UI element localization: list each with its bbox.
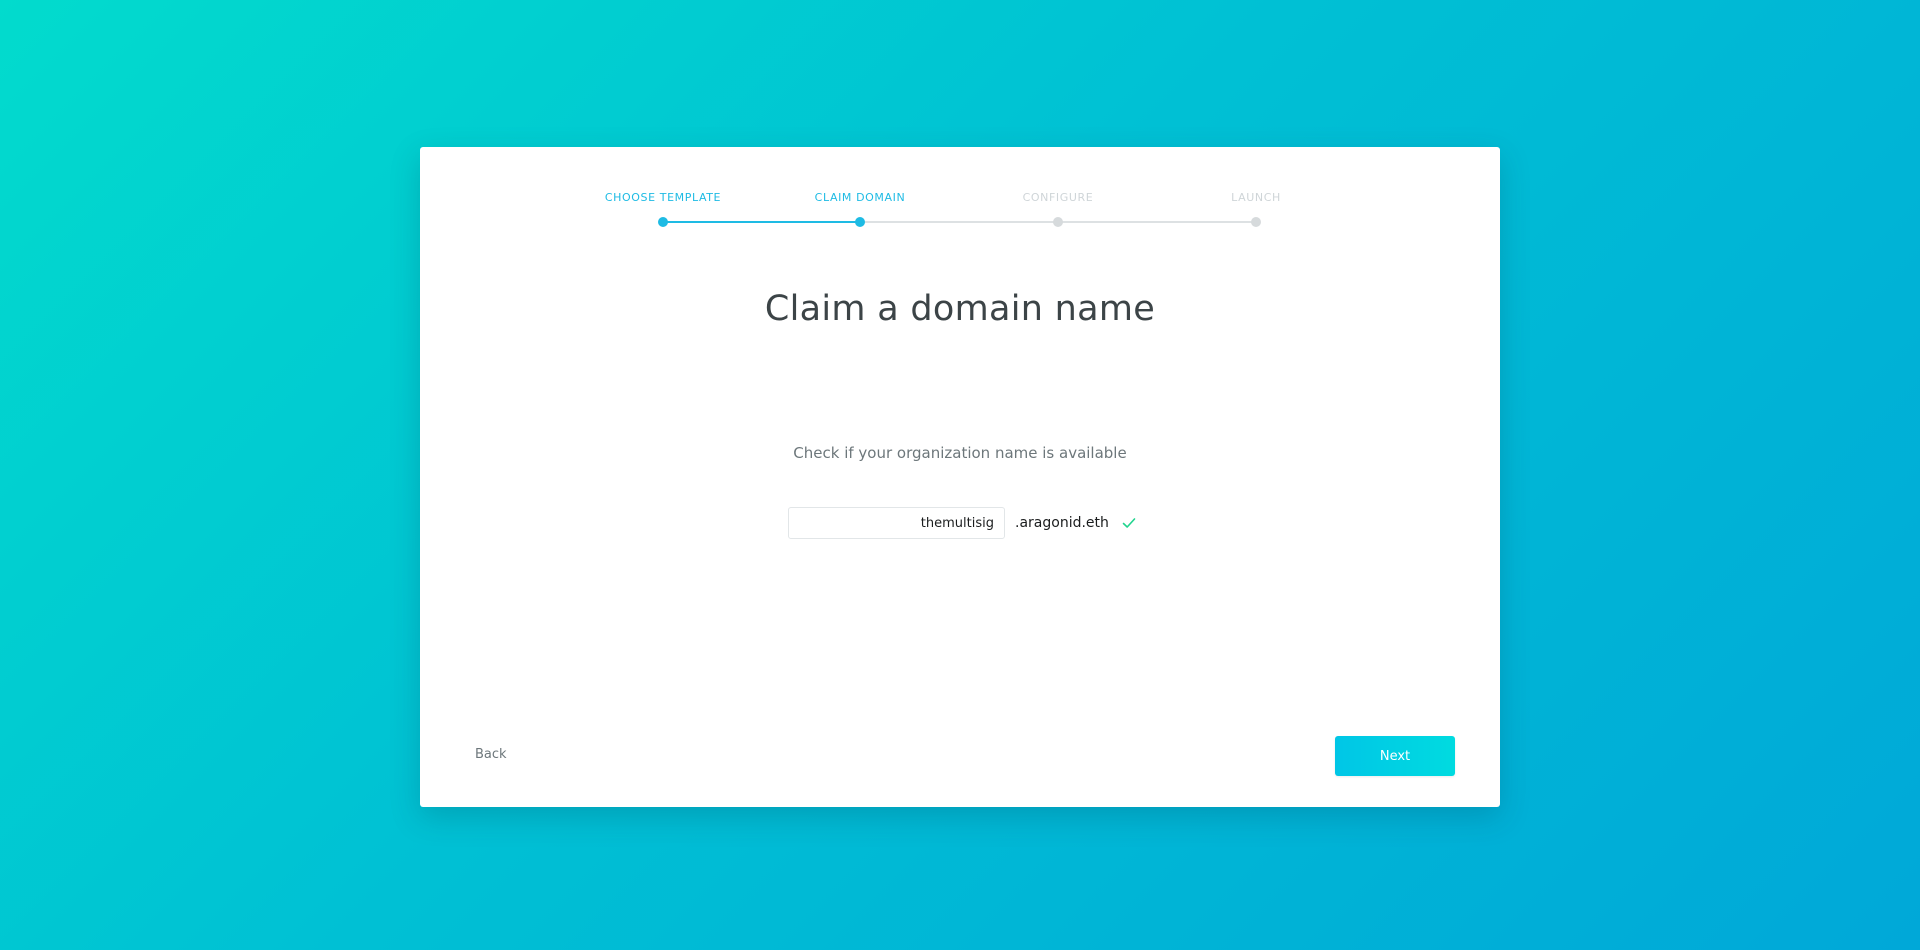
step-dot-launch <box>1251 217 1261 227</box>
back-button[interactable]: Back <box>475 747 507 762</box>
availability-prompt: Check if your organization name is avail… <box>793 444 1127 462</box>
stepper-line-2 <box>860 221 1058 223</box>
stepper-line-1 <box>663 221 860 223</box>
step-label-launch: Launch <box>1231 191 1281 204</box>
stepper-line-3 <box>1058 221 1256 223</box>
page-title: Claim a domain name <box>764 289 1156 329</box>
domain-field-row: .aragonid.eth <box>788 507 1137 539</box>
next-button[interactable]: Next <box>1335 736 1455 776</box>
step-label-configure: Configure <box>1022 191 1094 204</box>
step-dot-configure <box>1053 217 1063 227</box>
step-label-claim-domain: Claim domain <box>814 191 906 204</box>
check-icon <box>1121 515 1137 531</box>
domain-suffix: .aragonid.eth <box>1015 515 1109 531</box>
step-label-choose-template: Choose template <box>604 191 722 204</box>
domain-name-input[interactable] <box>788 507 1005 539</box>
step-dot-claim-domain <box>855 217 865 227</box>
progress-stepper: Choose template Claim domain Configure L… <box>420 147 1500 237</box>
step-dot-choose-template <box>658 217 668 227</box>
onboarding-card: Choose template Claim domain Configure L… <box>420 147 1500 807</box>
